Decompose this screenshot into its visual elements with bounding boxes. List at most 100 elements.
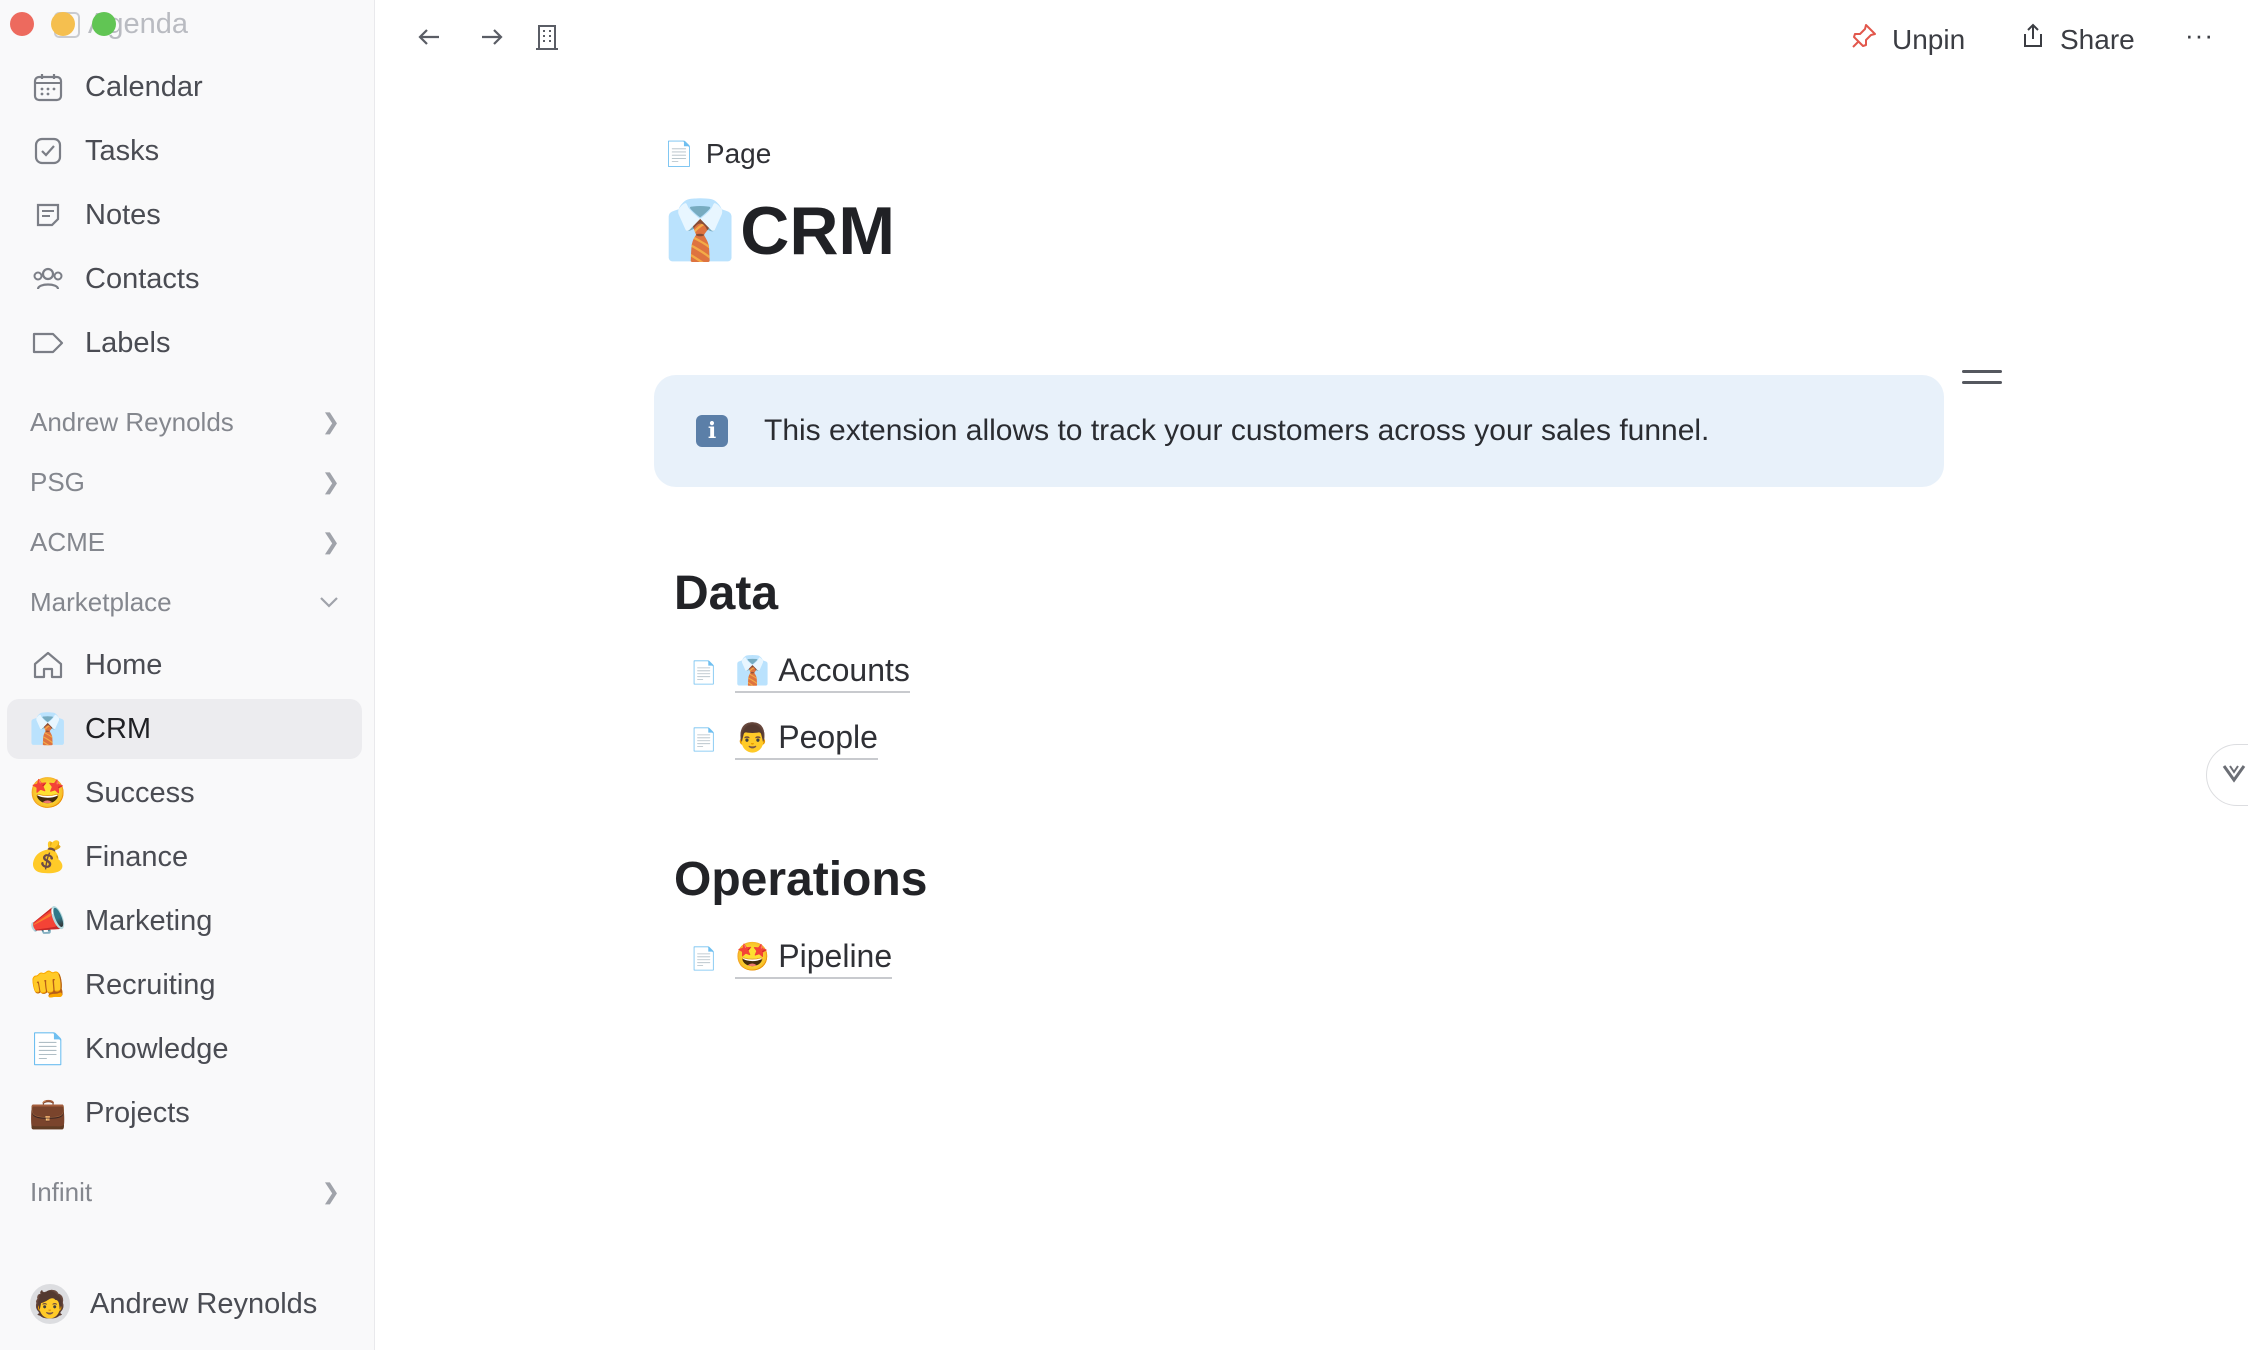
sidebar-item-projects[interactable]: 💼 Projects	[7, 1083, 362, 1143]
sidebar-item-label: Contacts	[85, 262, 200, 295]
megaphone-emoji-icon: 📣	[29, 904, 67, 938]
sidebar-item-finance[interactable]: 💰 Finance	[7, 827, 362, 887]
sidebar-item-knowledge[interactable]: 📄 Knowledge	[7, 1019, 362, 1079]
section-label: Marketplace	[30, 586, 172, 617]
more-icon: ···	[2185, 20, 2214, 50]
info-icon: i	[696, 415, 728, 447]
section-heading-data: Data	[674, 567, 779, 620]
page-icon: 📄	[690, 726, 718, 752]
chevron-right-icon: ❯	[321, 1179, 340, 1204]
minimize-window-button[interactable]	[51, 12, 75, 36]
building-icon	[536, 25, 558, 50]
arrow-right-icon	[482, 29, 503, 45]
sidebar-item-label: Tasks	[85, 134, 160, 167]
avatar: 🧑	[30, 1284, 70, 1324]
share-button[interactable]: Share	[2020, 22, 2135, 57]
info-callout: i This extension allows to track your cu…	[654, 375, 1944, 487]
sidebar-item-label: Success	[85, 776, 195, 809]
forward-button[interactable]	[477, 22, 507, 52]
share-label: Share	[2060, 23, 2135, 55]
user-name: Andrew Reynolds	[90, 1287, 318, 1320]
sidebar-item-label: Finance	[85, 840, 189, 873]
sidebar-item-crm[interactable]: 👔 CRM	[7, 699, 362, 759]
link-label: Accounts	[778, 652, 910, 688]
user-profile[interactable]: 🧑 Andrew Reynolds	[30, 1284, 317, 1324]
window-controls	[10, 12, 116, 36]
section-label: Andrew Reynolds	[30, 406, 234, 437]
page-emoji-icon: 📄	[29, 1032, 67, 1066]
sidebar-item-label: Marketing	[85, 904, 213, 937]
sidebar: Agenda Calendar Tasks Notes Contacts Lab…	[0, 0, 375, 1350]
sidebar-item-tasks[interactable]: Tasks	[7, 121, 362, 181]
unpin-label: Unpin	[1892, 23, 1966, 55]
chevron-right-icon: ❯	[321, 529, 340, 554]
sidebar-item-label: Knowledge	[85, 1032, 229, 1065]
page-link-pipeline[interactable]: 📄 🤩 Pipeline	[690, 938, 893, 979]
page-link-accounts[interactable]: 📄 👔 Accounts	[690, 652, 910, 693]
page-icon: 📄	[690, 945, 718, 971]
sidebar-item-notes[interactable]: Notes	[7, 185, 362, 245]
sidebar-item-label: CRM	[85, 712, 152, 745]
arrow-left-icon	[418, 29, 439, 45]
sidebar-item-label: Labels	[85, 326, 171, 359]
page-title-text: CRM	[740, 193, 896, 269]
page-icon: 📄	[690, 659, 718, 685]
pin-icon	[1850, 22, 1878, 57]
contacts-icon	[29, 260, 67, 298]
link[interactable]: 🤩 Pipeline	[735, 938, 893, 979]
sidebar-item-calendar[interactable]: Calendar	[7, 57, 362, 117]
section-label: PSG	[30, 466, 85, 497]
close-window-button[interactable]	[10, 12, 34, 36]
sidebar-item-home[interactable]: Home	[7, 635, 362, 695]
sidebar-section-infinit[interactable]: Infinit ❯	[30, 1168, 340, 1216]
page-icon: 📄	[664, 140, 694, 168]
share-icon	[2020, 22, 2046, 57]
section-heading-operations: Operations	[674, 853, 928, 906]
sidebar-item-contacts[interactable]: Contacts	[7, 249, 362, 309]
workspace-button[interactable]	[532, 22, 562, 52]
chevron-down-icon	[2221, 759, 2247, 791]
sidebar-section-psg[interactable]: PSG ❯	[30, 458, 340, 506]
breadcrumb[interactable]: 📄 Page	[664, 138, 771, 170]
back-button[interactable]	[414, 22, 444, 52]
unpin-button[interactable]: Unpin	[1850, 22, 1965, 57]
page-title[interactable]: 👔 CRM	[664, 192, 895, 270]
sidebar-item-label: Projects	[85, 1096, 190, 1129]
page-link-people[interactable]: 📄 👨 People	[690, 719, 878, 760]
calendar-icon	[29, 68, 67, 106]
section-label: ACME	[30, 526, 106, 557]
more-options-button[interactable]: ···	[2185, 20, 2214, 51]
sidebar-item-label: Notes	[85, 198, 161, 231]
zoom-window-button[interactable]	[92, 12, 116, 36]
sidebar-item-marketing[interactable]: 📣 Marketing	[7, 891, 362, 951]
sidebar-section-marketplace[interactable]: Marketplace	[30, 578, 340, 626]
necktie-emoji-icon: 👔	[29, 712, 67, 746]
label-icon	[29, 324, 67, 362]
fist-emoji-icon: 👊	[29, 968, 67, 1002]
link-label: Pipeline	[778, 938, 893, 974]
link-label: People	[778, 719, 878, 755]
sidebar-item-label: Home	[85, 648, 163, 681]
sidebar-section-andrew-reynolds[interactable]: Andrew Reynolds ❯	[30, 398, 340, 446]
side-panel-toggle[interactable]	[2206, 744, 2248, 806]
chevron-right-icon: ❯	[321, 469, 340, 494]
money-bag-emoji-icon: 💰	[29, 840, 67, 874]
person-emoji-icon: 👨	[735, 722, 771, 753]
checkbox-icon	[29, 132, 67, 170]
briefcase-emoji-icon: 💼	[29, 1096, 67, 1130]
note-icon	[29, 196, 67, 234]
link[interactable]: 👨 People	[735, 719, 878, 760]
sidebar-item-success[interactable]: 🤩 Success	[7, 763, 362, 823]
star-struck-emoji-icon: 🤩	[735, 941, 771, 972]
sidebar-item-label: Calendar	[85, 70, 203, 103]
callout-text: This extension allows to track your cust…	[764, 414, 1710, 447]
necktie-emoji-icon: 👔	[735, 655, 771, 686]
sidebar-section-acme[interactable]: ACME ❯	[30, 518, 340, 566]
sidebar-item-labels[interactable]: Labels	[7, 313, 362, 373]
sidebar-item-recruiting[interactable]: 👊 Recruiting	[7, 955, 362, 1015]
section-label: Infinit	[30, 1176, 93, 1207]
home-icon	[29, 646, 67, 684]
drag-handle-icon[interactable]	[1962, 370, 2002, 392]
chevron-down-icon	[318, 589, 340, 615]
link[interactable]: 👔 Accounts	[735, 652, 910, 693]
